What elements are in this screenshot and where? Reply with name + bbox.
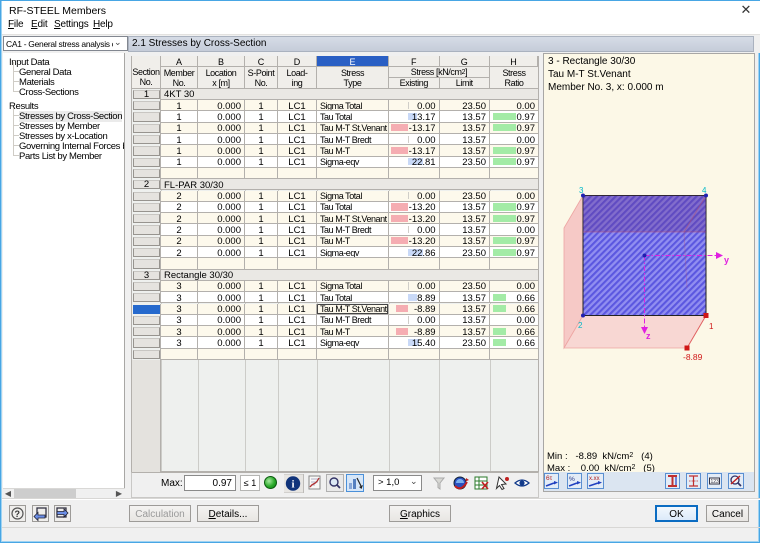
svg-text:-8.89: -8.89 <box>683 352 703 362</box>
svg-text:i: i <box>291 479 294 491</box>
svg-text:2: 2 <box>578 321 583 330</box>
svg-text:123: 123 <box>711 479 720 485</box>
svg-text:1: 1 <box>709 322 714 331</box>
svg-text:6τ: 6τ <box>546 475 553 482</box>
svg-text:%: % <box>569 476 575 483</box>
svg-text:4: 4 <box>702 186 707 195</box>
svg-text:3: 3 <box>579 186 584 195</box>
svg-text:y: y <box>724 255 729 265</box>
svg-text:z: z <box>646 331 651 341</box>
svg-text:?: ? <box>15 509 21 519</box>
